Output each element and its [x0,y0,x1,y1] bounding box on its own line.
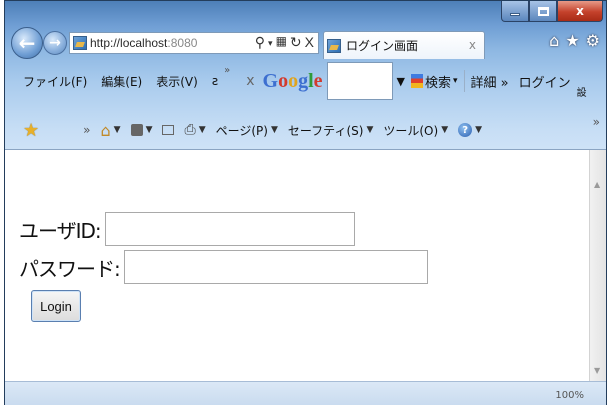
help-icon: ? [458,123,473,137]
command-overflow-icon[interactable]: » [593,115,600,129]
address-url[interactable]: http://localhost:8080 [90,36,197,50]
back-button[interactable]: ← [11,27,43,59]
safety-menu-label: セーフティ(S) [287,123,364,138]
settings-fragment[interactable]: 設 [577,84,587,99]
help-menu[interactable]: ? ▼ [458,123,482,137]
google-search-input[interactable] [326,62,393,100]
back-arrow-icon: ← [18,31,36,55]
forward-arrow-icon: → [49,35,61,51]
menu-file[interactable]: ファイル(F) [23,73,87,90]
menu-view[interactable]: 表示(V) [156,73,198,90]
status-bar: 100% [5,381,606,405]
password-label: パスワード: [19,256,121,281]
scroll-down-icon[interactable]: ▼ [594,366,600,375]
feeds-command[interactable]: ▼ [130,124,153,136]
address-bar-actions: ⚲ ▾ ▦ ↻ X [255,34,314,51]
google-search-label: 検索 [424,75,451,91]
google-search-icon [410,74,423,88]
command-bar: ★ » ⌂ ▼ ▼ ⎙ ▼ ページ(P) ▼ セーフティ(S) ▼ ツール(O)… [5,115,606,145]
favorites-star-icon[interactable]: ★ [23,120,39,141]
home-command[interactable]: ⌂ ▼ [100,121,120,140]
mail-command[interactable] [162,125,175,135]
user-id-label: ユーザID: [19,218,102,243]
close-icon: x [576,4,584,18]
address-bar[interactable]: http://localhost:8080 ⚲ ▾ ▦ ↻ X [69,32,319,54]
tools-menu[interactable]: ツール(O) ▼ [383,122,448,139]
magnifier-icon[interactable]: ⚲ [255,34,265,51]
page-content: ユーザID: パスワード: Login ▲ ▼ [5,149,606,381]
forward-button[interactable]: → [43,31,67,55]
star-icon[interactable]: ★ [565,31,579,50]
tab-title: ログイン画面 [346,39,419,53]
detail-button[interactable]: 詳細 » [471,72,509,91]
google-login-link[interactable]: ログイン [519,72,571,91]
page-menu[interactable]: ページ(P) ▼ [216,122,278,139]
tab-favicon-icon [327,38,341,53]
close-window-button[interactable]: x [557,1,603,22]
password-row: パスワード: [19,250,428,284]
home-caret: ▼ [113,125,121,135]
user-id-input[interactable] [104,212,355,246]
menu-edit[interactable]: 編集(E) [101,73,142,90]
menu-truncated[interactable]: ƨ [212,74,218,88]
minimize-icon [510,12,520,16]
print-icon: ⎙ [184,122,196,138]
home-icon: ⌂ [100,120,111,140]
vertical-scrollbar[interactable]: ▲ ▼ [589,150,606,381]
home-icon[interactable]: ⌂ [549,31,559,50]
page-favicon-icon [73,36,87,50]
gear-icon[interactable]: ⚙ [586,31,600,50]
print-command[interactable]: ⎙ ▼ [184,122,205,138]
feeds-caret: ▼ [145,125,153,135]
address-port: :8080 [167,36,198,50]
tools-menu-label: ツール(O) [383,123,439,138]
tools-caret: ▼ [441,125,449,135]
safety-caret: ▼ [366,125,374,135]
google-dropdown-icon[interactable]: ▼ [397,75,405,88]
browser-right-icons: ⌂ ★ ⚙ [549,31,600,50]
window-caption-buttons: x [501,1,603,23]
mail-icon [162,125,175,135]
navigation-bar: ← → http://localhost:8080 ⚲ ▾ ▦ ↻ X ログイン… [5,25,606,61]
refresh-icon[interactable]: ↻ [290,34,302,51]
help-caret: ▼ [475,125,483,135]
page-caret: ▼ [270,125,278,135]
tab-login[interactable]: ログイン画面 x [323,31,485,59]
browser-window: x ← → http://localhost:8080 ⚲ ▾ ▦ ↻ X ログ… [4,0,607,405]
google-logo: Google [262,69,323,92]
login-button[interactable]: Login [31,290,81,322]
user-id-row: ユーザID: [19,212,355,246]
stop-icon[interactable]: X [305,34,314,51]
minimize-button[interactable] [501,1,529,22]
address-host: localhost [120,36,168,50]
menu-bar: ファイル(F) 編集(E) 表示(V) ƨ » x Google ▼ 検索 ▾ … [5,61,606,101]
dropdown-icon[interactable]: ▾ [268,38,273,51]
google-search-caret: ▾ [453,76,458,86]
tab-close-icon[interactable]: x [469,38,476,52]
page-menu-label: ページ(P) [215,123,268,138]
maximize-button[interactable] [529,1,557,22]
address-prefix: http:// [90,36,121,50]
favorites-overflow-icon[interactable]: » [83,123,90,137]
maximize-icon [537,6,549,16]
compatibility-icon[interactable]: ▦ [276,34,287,51]
rss-feed-icon [130,124,143,136]
toolbar-separator [463,70,465,92]
zoom-level[interactable]: 100% [555,390,584,401]
print-caret: ▼ [198,125,206,135]
google-toolbar-close-icon[interactable]: x [246,73,254,89]
password-input[interactable] [123,250,428,284]
scroll-up-icon[interactable]: ▲ [594,180,600,189]
menu-overflow-icon[interactable]: » [224,65,230,76]
google-search-button[interactable]: 検索 ▾ [410,72,458,91]
safety-menu[interactable]: セーフティ(S) ▼ [288,122,373,139]
